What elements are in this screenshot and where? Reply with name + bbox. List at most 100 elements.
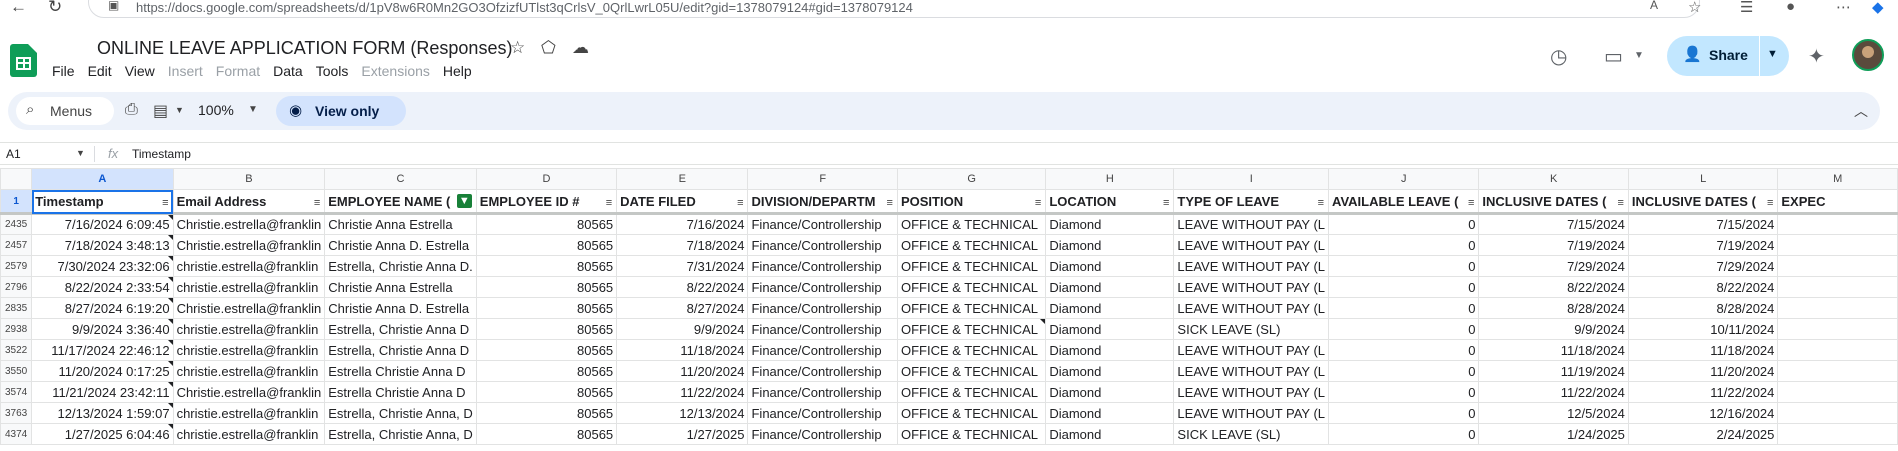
table-cell[interactable]: Diamond [1045, 213, 1175, 235]
name-box-dropdown-icon[interactable]: ▼ [76, 148, 85, 158]
sheets-logo[interactable] [10, 44, 37, 77]
table-cell[interactable]: OFFICE & TECHNICAL [896, 318, 1047, 340]
cloud-status-icon[interactable]: ☁ [572, 38, 589, 58]
table-cell[interactable]: Estrella, Christie Anna D [324, 318, 477, 340]
table-cell[interactable]: 0 [1328, 423, 1480, 445]
table-cell[interactable]: 80565 [475, 276, 618, 298]
meet-dropdown-icon[interactable]: ▼ [1634, 50, 1644, 61]
table-cell[interactable]: christie.estrella@franklin [172, 360, 326, 382]
header-cell-location[interactable]: LOCATION ≡ [1045, 189, 1175, 215]
table-cell[interactable]: 0 [1328, 318, 1480, 340]
table-cell[interactable]: LEAVE WITHOUT PAY (L [1173, 360, 1330, 382]
table-cell[interactable]: 12/5/2024 [1478, 402, 1629, 424]
table-cell[interactable]: 7/29/2024 [1627, 255, 1779, 277]
table-cell[interactable]: Christie.estrella@franklin [172, 297, 326, 319]
row-number[interactable]: 3522 [0, 339, 33, 361]
column-header-d[interactable]: D [475, 168, 618, 190]
row-number[interactable]: 1 [0, 189, 33, 215]
filter-icon[interactable]: ≡ [1468, 194, 1474, 211]
table-cell[interactable]: christie.estrella@franklin [172, 255, 326, 277]
table-cell[interactable]: Estrella, Christie Anna, D [324, 423, 477, 445]
table-cell[interactable]: 7/16/2024 6:09:45 [31, 213, 174, 235]
filter-icon[interactable]: ≡ [1035, 194, 1041, 211]
version-history-icon[interactable]: ◷ [1550, 44, 1567, 69]
table-cell[interactable]: 11/22/2024 [1627, 381, 1779, 403]
table-cell[interactable]: Estrella, Christie Anna, D [324, 402, 477, 424]
header-cell-inclusive-dates-to[interactable]: INCLUSIVE DATES (≡ [1627, 189, 1779, 215]
header-cell-position[interactable]: POSITION ≡ [896, 189, 1047, 215]
table-cell[interactable]: 0 [1328, 234, 1480, 256]
table-cell[interactable]: 80565 [475, 318, 618, 340]
table-cell[interactable]: 7/15/2024 [1478, 213, 1629, 235]
formula-input[interactable]: Timestamp [132, 147, 191, 161]
row-number[interactable]: 2457 [0, 234, 33, 256]
menu-edit[interactable]: Edit [88, 63, 112, 81]
zoom-dropdown-icon[interactable]: ▼ [248, 104, 258, 115]
favorites-icon[interactable]: ☰ [1740, 0, 1753, 16]
table-cell[interactable]: 11/21/2024 23:42:11 [31, 381, 174, 403]
table-cell[interactable]: Finance/Controllership [747, 255, 898, 277]
table-cell[interactable]: LEAVE WITHOUT PAY (L [1173, 255, 1330, 277]
table-cell[interactable]: Estrella, Christie Anna D [324, 339, 477, 361]
header-cell-timestamp[interactable]: Timestamp ≡ [31, 189, 174, 215]
row-number[interactable]: 3550 [0, 360, 33, 382]
column-header-i[interactable]: I [1173, 168, 1330, 190]
table-cell[interactable]: 80565 [475, 402, 618, 424]
table-cell[interactable]: Diamond [1045, 318, 1175, 340]
table-cell[interactable]: Christie.estrella@franklin [172, 213, 326, 235]
column-header-b[interactable]: B [172, 168, 326, 190]
select-pages-icon[interactable]: ▤ [153, 101, 168, 121]
menu-view[interactable]: View [125, 63, 155, 81]
table-cell[interactable]: OFFICE & TECHNICAL [896, 255, 1047, 277]
table-cell[interactable]: 0 [1328, 276, 1480, 298]
table-cell[interactable]: 8/22/2024 [1478, 276, 1629, 298]
table-cell[interactable]: christie.estrella@franklin [172, 318, 326, 340]
table-cell[interactable]: Finance/Controllership [747, 402, 898, 424]
table-cell[interactable]: Finance/Controllership [747, 339, 898, 361]
table-cell[interactable]: 7/29/2024 [1478, 255, 1629, 277]
table-cell[interactable] [1777, 339, 1898, 361]
table-cell[interactable]: LEAVE WITHOUT PAY (L [1173, 276, 1330, 298]
table-cell[interactable]: 8/27/2024 6:19:20 [31, 297, 174, 319]
filter-icon[interactable]: ≡ [1163, 194, 1169, 211]
row-number[interactable]: 2938 [0, 318, 33, 340]
table-cell[interactable] [1777, 381, 1898, 403]
table-cell[interactable]: 12/13/2024 1:59:07 [31, 402, 174, 424]
select-pages-dropdown-icon[interactable]: ▼ [175, 105, 184, 115]
table-cell[interactable] [1777, 213, 1898, 235]
avatar[interactable] [1852, 39, 1884, 71]
table-cell[interactable]: 80565 [475, 423, 618, 445]
table-cell[interactable]: 80565 [475, 339, 618, 361]
name-box[interactable]: A1 [6, 147, 21, 161]
table-cell[interactable]: Diamond [1045, 276, 1175, 298]
column-header-h[interactable]: H [1045, 168, 1175, 190]
back-arrow-icon[interactable]: ← [10, 0, 27, 17]
filter-icon[interactable]: ≡ [737, 194, 743, 211]
table-cell[interactable]: Diamond [1045, 381, 1175, 403]
filter-icon[interactable]: ≡ [162, 194, 168, 211]
column-header-m[interactable]: M [1777, 168, 1898, 190]
table-cell[interactable]: 8/27/2024 [616, 297, 749, 319]
table-cell[interactable]: Diamond [1045, 297, 1175, 319]
menu-tools[interactable]: Tools [316, 63, 349, 81]
column-header-j[interactable]: J [1328, 168, 1480, 190]
table-cell[interactable]: Finance/Controllership [747, 213, 898, 235]
column-header-k[interactable]: K [1478, 168, 1629, 190]
table-cell[interactable]: OFFICE & TECHNICAL [896, 276, 1047, 298]
filter-icon[interactable]: ≡ [887, 194, 893, 211]
menu-help[interactable]: Help [443, 63, 472, 81]
table-cell[interactable]: 80565 [475, 381, 618, 403]
table-cell[interactable] [1777, 234, 1898, 256]
column-header-f[interactable]: F [747, 168, 898, 190]
table-cell[interactable]: 0 [1328, 339, 1480, 361]
table-cell[interactable] [1777, 297, 1898, 319]
table-cell[interactable]: SICK LEAVE (SL) [1173, 318, 1330, 340]
filter-icon[interactable]: ≡ [1767, 194, 1773, 211]
header-cell-inclusive-dates-from[interactable]: INCLUSIVE DATES (≡ [1478, 189, 1629, 215]
table-cell[interactable]: OFFICE & TECHNICAL [896, 423, 1047, 445]
document-title[interactable]: ONLINE LEAVE APPLICATION FORM (Responses… [97, 38, 512, 59]
row-number[interactable]: 3574 [0, 381, 33, 403]
table-cell[interactable]: christie.estrella@franklin [172, 339, 326, 361]
header-cell-employee-name[interactable]: EMPLOYEE NAME (▼ [324, 189, 477, 215]
table-cell[interactable]: 9/9/2024 3:36:40 [31, 318, 174, 340]
